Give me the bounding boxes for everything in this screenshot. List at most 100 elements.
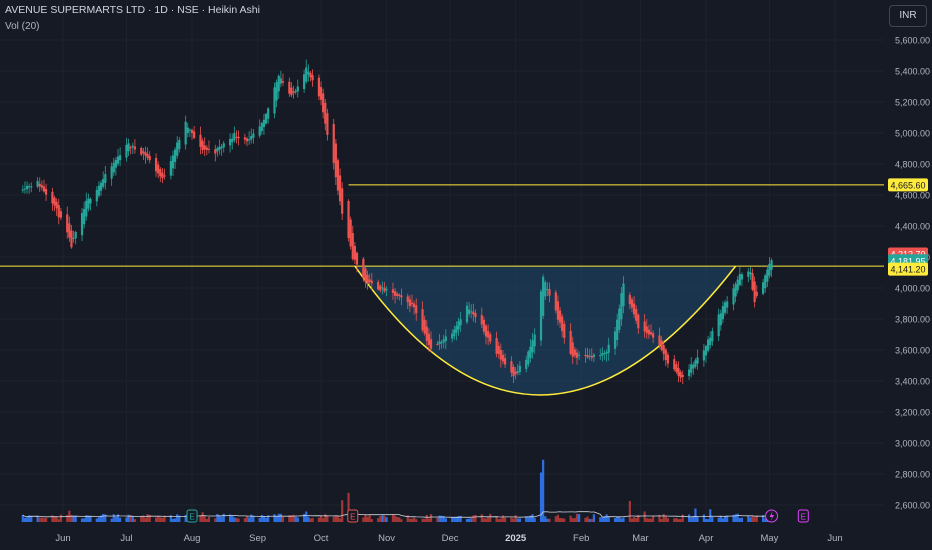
volume-bar <box>675 517 678 522</box>
candle-body <box>148 155 151 161</box>
candle-body <box>184 121 187 145</box>
candle-body <box>516 371 519 373</box>
volume-bar <box>205 519 208 522</box>
volume-bar <box>512 518 515 522</box>
candle-body <box>258 126 261 136</box>
price-tick-label: 2,800.00 <box>895 470 930 480</box>
volume-bar <box>110 518 113 522</box>
volume-bar <box>59 514 62 522</box>
candle-body <box>218 146 221 150</box>
volume-bar <box>571 518 574 522</box>
price-tick-label: 5,000.00 <box>895 129 930 139</box>
candle-body <box>87 198 90 209</box>
volume-bar <box>709 509 712 522</box>
volume-bar <box>326 515 329 522</box>
candle-body <box>400 295 403 298</box>
earnings-marker-label: E <box>350 513 355 522</box>
candle-body <box>214 149 217 154</box>
candle-body <box>652 333 655 338</box>
volume-bar <box>408 518 411 522</box>
candle-body <box>332 124 335 163</box>
volume-bar <box>311 517 314 522</box>
volume-bar <box>233 517 236 522</box>
price-tick-label: 4,600.00 <box>895 191 930 201</box>
volume-bar <box>218 515 221 522</box>
volume-bar <box>704 518 708 522</box>
volume-bar <box>423 518 426 522</box>
candle-body <box>277 75 280 92</box>
volume-bar <box>142 516 145 522</box>
volume-bar <box>660 518 663 522</box>
candle-body <box>66 214 69 233</box>
volume-bar <box>618 516 621 522</box>
volume-bar <box>577 514 581 522</box>
candle-body <box>563 323 566 338</box>
price-tick-label: 5,400.00 <box>895 67 930 77</box>
candle-body <box>220 146 223 149</box>
candle-body <box>556 301 560 320</box>
candle-body <box>472 311 475 315</box>
price-chart[interactable]: E E E 5,600.00 5,400.00 5,200.00 5,000.00 4,80… <box>0 0 932 550</box>
volume-bar <box>628 501 631 522</box>
volume-bar <box>66 514 69 522</box>
candle-body <box>423 319 426 334</box>
candle-body <box>573 349 576 356</box>
candle-body <box>755 291 758 296</box>
volume-bar <box>499 518 502 522</box>
candle-body <box>250 135 253 140</box>
candle-body <box>396 293 399 296</box>
volume-indicator-label[interactable]: Vol (20) <box>5 21 39 32</box>
candle-body <box>484 325 488 337</box>
volume-bar <box>592 514 595 522</box>
candle-body <box>632 303 636 315</box>
volume-bar <box>561 518 564 522</box>
candle-body <box>588 355 591 357</box>
candle-body <box>510 361 513 373</box>
volume-bar <box>569 515 572 522</box>
volume-bar <box>140 516 143 522</box>
candle-body <box>322 93 325 113</box>
volume-bar <box>421 518 424 522</box>
volume-bar <box>630 518 634 522</box>
candle-body <box>324 102 327 124</box>
candle-body <box>527 351 530 365</box>
candle-body <box>176 142 179 156</box>
candle-body <box>252 133 255 138</box>
candle-body <box>499 349 502 360</box>
candle-body <box>294 90 297 93</box>
candle-body <box>264 113 268 124</box>
volume-bar <box>102 513 105 522</box>
candle-body <box>364 268 367 282</box>
volume-bar <box>216 514 219 522</box>
volume-bar <box>364 514 367 522</box>
candle-body <box>766 269 769 282</box>
volume-bar <box>334 515 337 522</box>
volume-bar <box>370 519 373 522</box>
volume-bar <box>220 516 223 522</box>
volume-bar <box>303 513 306 522</box>
candle-body <box>159 169 162 177</box>
candle-body <box>243 137 247 140</box>
candle-body <box>480 315 483 325</box>
candle-body <box>72 237 75 239</box>
currency-button[interactable]: INR <box>889 5 927 27</box>
candle-body <box>311 75 314 81</box>
volume-bar <box>159 517 162 522</box>
candle-body <box>292 91 295 93</box>
price-tick-label: 5,200.00 <box>895 98 930 108</box>
volume-bar <box>171 518 175 522</box>
candle-body <box>544 282 547 297</box>
candle-body <box>503 358 507 365</box>
candle-body <box>438 341 441 345</box>
volume-bar <box>649 518 653 522</box>
volume-bar <box>533 517 536 522</box>
volume-bar <box>480 514 483 522</box>
candle-body <box>525 359 528 369</box>
volume-bar <box>427 518 431 522</box>
volume-bar <box>415 519 418 522</box>
candle-body <box>736 279 739 291</box>
candle-body <box>178 139 181 150</box>
volume-bar <box>497 519 500 522</box>
candle-body <box>495 337 498 354</box>
candle-body <box>719 313 722 326</box>
